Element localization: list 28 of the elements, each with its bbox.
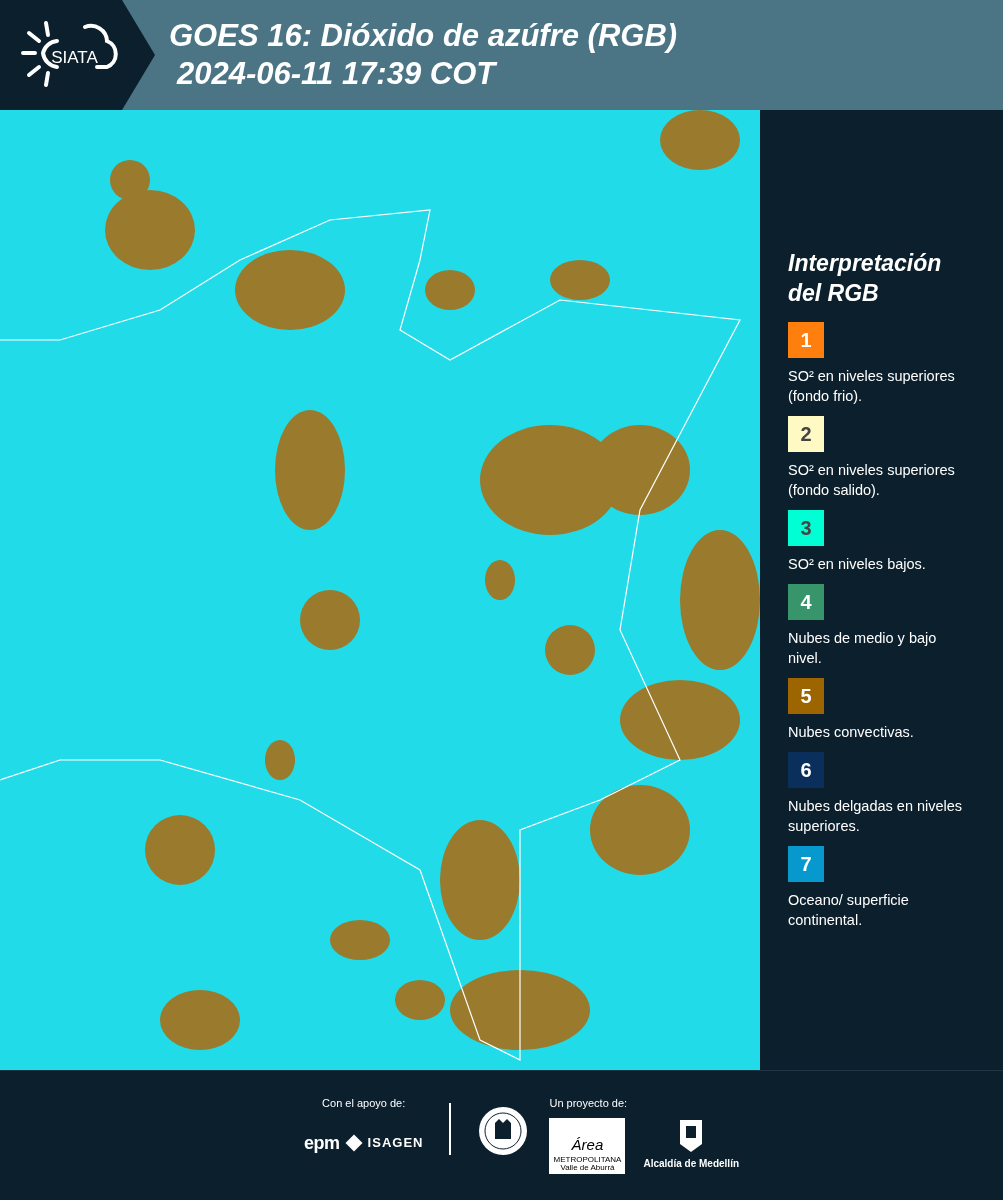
- legend-description: Nubes convectivas.: [788, 723, 915, 742]
- legend-swatch: 4: [788, 584, 824, 620]
- project-label: Un proyecto de:: [549, 1096, 629, 1111]
- logo-text: SIATA: [51, 47, 98, 70]
- area-logo-text: METROPOLITANA: [553, 1155, 622, 1164]
- legend-description: SO² en niveles bajos.: [788, 555, 927, 574]
- legend-description: Nubes de medio y bajo nivel.: [788, 629, 938, 668]
- support-label: Con el apoyo de:: [322, 1096, 406, 1111]
- legend-swatch: 2: [788, 416, 824, 452]
- legend-swatch: 5: [788, 678, 824, 714]
- legend-description: Nubes delgadas en niveles superiores.: [788, 797, 963, 836]
- legend-title: Interpretación del RGB: [788, 249, 943, 308]
- legend-swatch: 6: [788, 752, 824, 788]
- legend-description: SO² en niveles superiores (fondo frio).: [788, 367, 956, 406]
- legend-swatch: 1: [788, 322, 824, 358]
- legend-description: Oceano/ superficie continental.: [788, 891, 910, 930]
- legend-description: SO² en niveles superiores (fondo salido).: [788, 461, 956, 500]
- legend-swatch: 7: [788, 846, 824, 882]
- map-timestamp: 2024-06-11 17:39 COT: [175, 55, 499, 93]
- area-logo-text: Valle de Aburrá: [560, 1163, 615, 1172]
- seal-logo-icon: [477, 1105, 530, 1157]
- epm-logo: epm: [303, 1131, 340, 1155]
- city-logo-text: Alcaldía de Medellín: [643, 1156, 740, 1171]
- coat-of-arms-icon: [678, 1117, 705, 1154]
- isagen-logo: ISAGEN: [367, 1134, 424, 1153]
- map-title: GOES 16: Dióxido de azúfre (RGB): [169, 17, 678, 55]
- legend-swatch: 3: [788, 510, 824, 546]
- area-logo-title: Área: [571, 1136, 604, 1152]
